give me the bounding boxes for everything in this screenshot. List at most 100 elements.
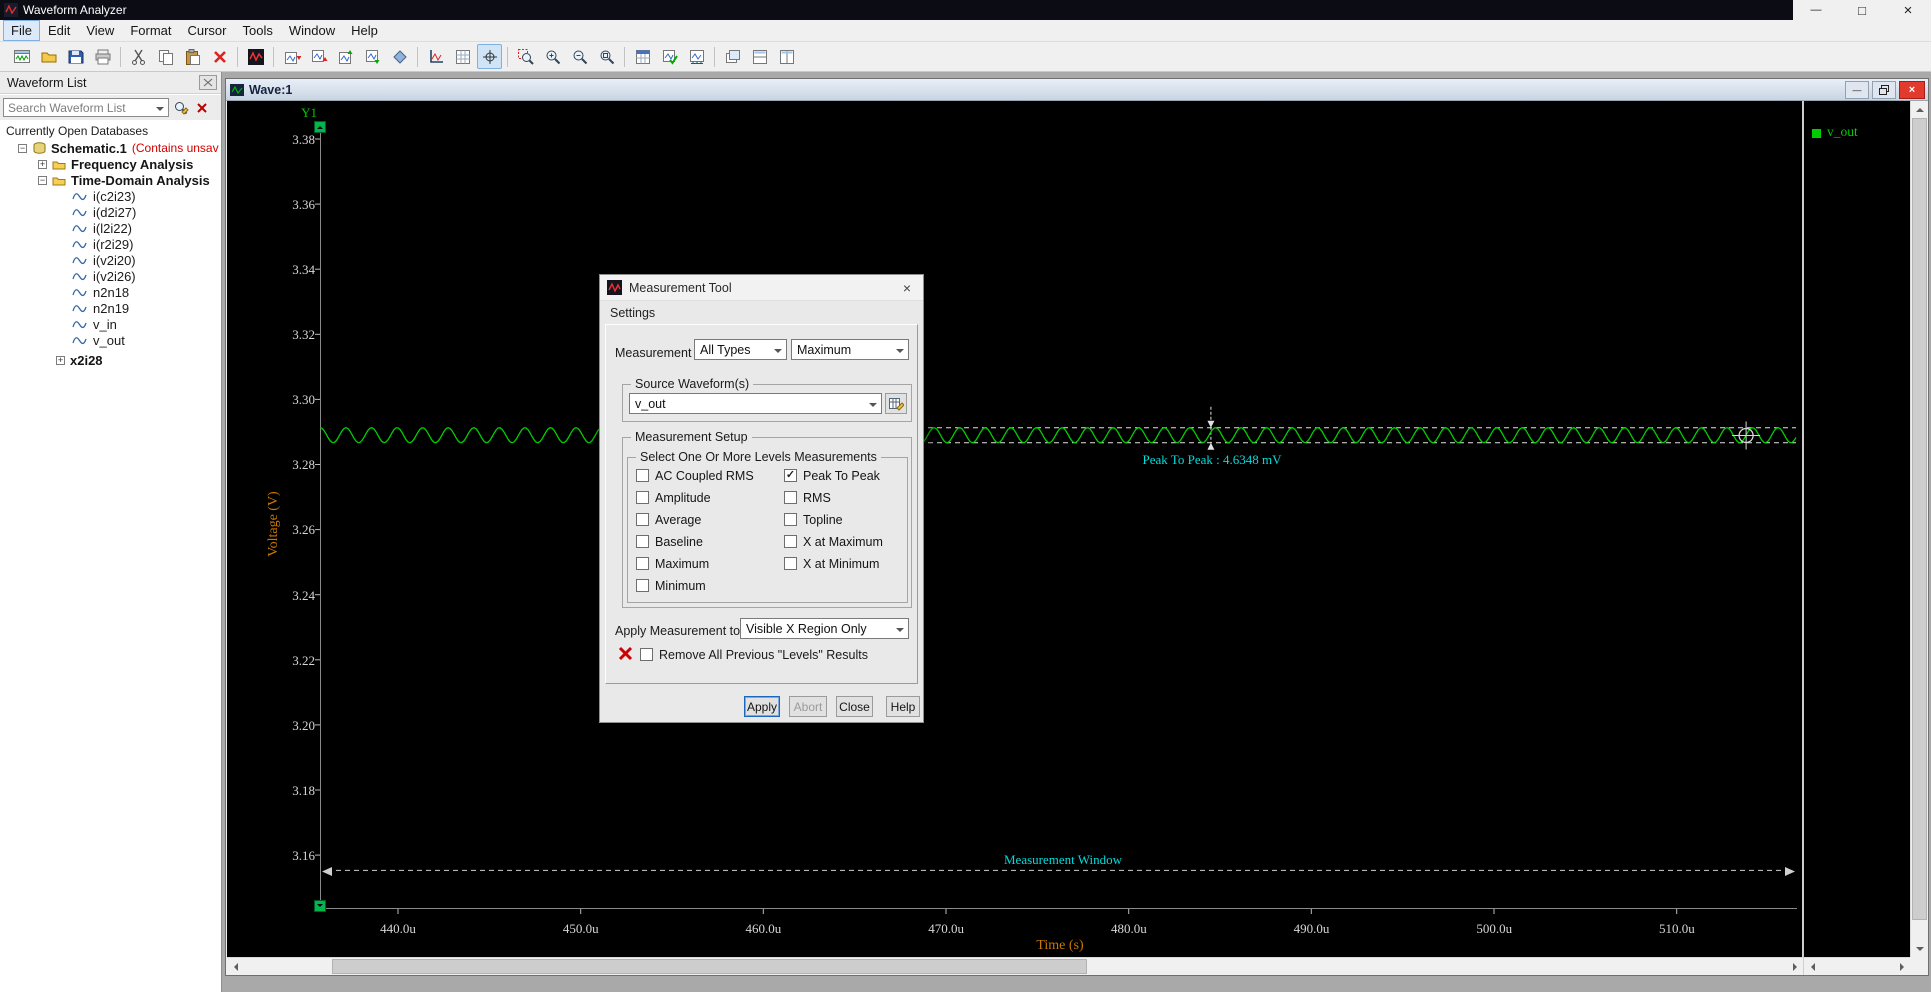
scroll-down-button[interactable] [1911,941,1928,957]
zoom-area-button[interactable] [513,44,538,69]
search-input[interactable]: Search Waveform List [3,98,169,117]
tree-signal-row[interactable]: i(l2i22) [0,220,221,236]
tree-signal-row[interactable]: n2n19 [0,300,221,316]
zoom-full-button[interactable] [594,44,619,69]
dialog-title-bar[interactable]: Measurement Tool × [600,275,923,301]
tree-signal-row[interactable]: n2n18 [0,284,221,300]
add-wave-above-button[interactable] [279,44,304,69]
tree-signal-row[interactable]: i(v2i20) [0,252,221,268]
tree-signal-row[interactable]: i(v2i26) [0,268,221,284]
level-option-row[interactable]: ✓ Peak To Peak [784,469,883,483]
menu-cursor[interactable]: Cursor [180,21,233,40]
level-option-row[interactable]: AC Coupled RMS [636,469,754,483]
level-option-row[interactable]: X at Maximum [784,535,883,549]
spreadsheet-button[interactable] [630,44,655,69]
close-button[interactable]: Close [836,696,873,717]
level-option-row[interactable]: Minimum [636,579,754,593]
checkbox[interactable] [636,513,649,526]
checkbox[interactable] [784,491,797,504]
checkbox[interactable] [636,491,649,504]
checkbox[interactable] [636,557,649,570]
measurement-type-combo[interactable]: All Types [694,339,787,360]
remove-results-checkbox[interactable] [640,648,653,661]
expand-expander-icon[interactable] [38,159,47,169]
checkbox[interactable] [784,513,797,526]
collapse-expander-icon[interactable] [38,175,47,185]
checkbox-label[interactable]: RMS [803,491,831,505]
maximize-button[interactable]: □ [1839,0,1885,20]
legend-scrollbar[interactable] [1803,957,1910,975]
wave-close-button[interactable]: × [1899,81,1925,99]
measurement-function-combo[interactable]: Maximum [791,339,909,360]
checkbox-label[interactable]: Peak To Peak [803,469,880,483]
checkbox[interactable] [636,579,649,592]
wave-minimize-button[interactable]: — [1845,81,1869,99]
tree-signal-row[interactable]: v_out [0,332,221,348]
dialog-close-button[interactable]: × [891,275,923,301]
checkbox[interactable] [784,535,797,548]
measurement-results-button[interactable] [657,44,682,69]
checkbox-label[interactable]: Minimum [655,579,706,593]
tree-signal-row[interactable]: v_in [0,316,221,332]
help-button[interactable]: Help [886,696,920,717]
menu-window[interactable]: Window [282,21,342,40]
level-option-row[interactable]: Baseline [636,535,754,549]
level-option-row[interactable]: RMS [784,491,883,505]
checkbox[interactable] [784,557,797,570]
save-button[interactable] [63,44,88,69]
tree-signal-row[interactable]: i(d2i27) [0,204,221,220]
add-wave-below-button[interactable] [306,44,331,69]
scroll-up-button[interactable] [1911,101,1928,117]
snap-to-data-button[interactable] [387,44,412,69]
panel-close-button[interactable] [199,75,217,90]
remove-results-label[interactable]: Remove All Previous "Levels" Results [659,648,868,662]
checkbox-label[interactable]: X at Minimum [803,557,879,571]
wave-window-title-bar[interactable]: Wave:1 — × [226,79,1928,101]
delete-button[interactable] [207,44,232,69]
open-database-button[interactable] [36,44,61,69]
zoom-out-button[interactable] [567,44,592,69]
tile-horizontal-button[interactable] [747,44,772,69]
menu-edit[interactable]: Edit [41,21,77,40]
checkbox-label[interactable]: Baseline [655,535,703,549]
level-option-row[interactable]: Average [636,513,754,527]
move-wave-up-button[interactable] [333,44,358,69]
close-button[interactable]: × [1885,0,1931,20]
data-grid-button[interactable] [450,44,475,69]
collapse-expander-icon[interactable] [18,143,27,153]
menu-file[interactable]: File [3,20,40,41]
expand-expander-icon[interactable] [56,355,65,365]
search-button[interactable] [171,98,190,117]
cascade-windows-button[interactable] [720,44,745,69]
apply-button[interactable]: Apply [744,696,780,717]
vertical-scrollbar[interactable] [1910,101,1928,957]
plot-area[interactable]: Y1 3.38 3.36 3.34 3.32 3.30 3.28 3.26 3.24 3.22 3… [227,101,1803,957]
print-button[interactable] [90,44,115,69]
apply-to-combo[interactable]: Visible X Region Only [740,618,909,639]
menu-tools[interactable]: Tools [236,21,280,40]
new-axis-button[interactable] [423,44,448,69]
tree-signal-row[interactable]: i(r2i29) [0,236,221,252]
legend-scroll-left-button[interactable] [1804,958,1820,975]
checkbox[interactable] [636,535,649,548]
scroll-left-button[interactable] [227,958,243,975]
axis-top-handle[interactable] [314,121,326,133]
axis-bottom-handle[interactable] [314,900,326,912]
copy-button[interactable] [153,44,178,69]
checkbox-label[interactable]: Average [655,513,701,527]
tree-node-frequency-analysis[interactable]: Frequency Analysis [38,156,193,172]
waveform-selector-button[interactable] [885,393,907,414]
checkbox-label[interactable]: Amplitude [655,491,711,505]
level-option-row[interactable]: X at Minimum [784,557,883,571]
legend-signal-label[interactable]: v_out [1827,124,1858,140]
menu-help[interactable]: Help [344,21,385,40]
clear-search-button[interactable] [192,98,211,117]
tile-vertical-button[interactable] [774,44,799,69]
checkbox[interactable]: ✓ [784,469,797,482]
tree-node-schematic[interactable]: Schematic.1 (Contains unsav [18,140,219,156]
cut-button[interactable] [126,44,151,69]
legend-scroll-right-button[interactable] [1894,958,1910,975]
checkbox[interactable] [636,469,649,482]
tree-node-subckt[interactable]: x2i28 [56,352,103,368]
track-cursor-button[interactable] [477,44,502,69]
